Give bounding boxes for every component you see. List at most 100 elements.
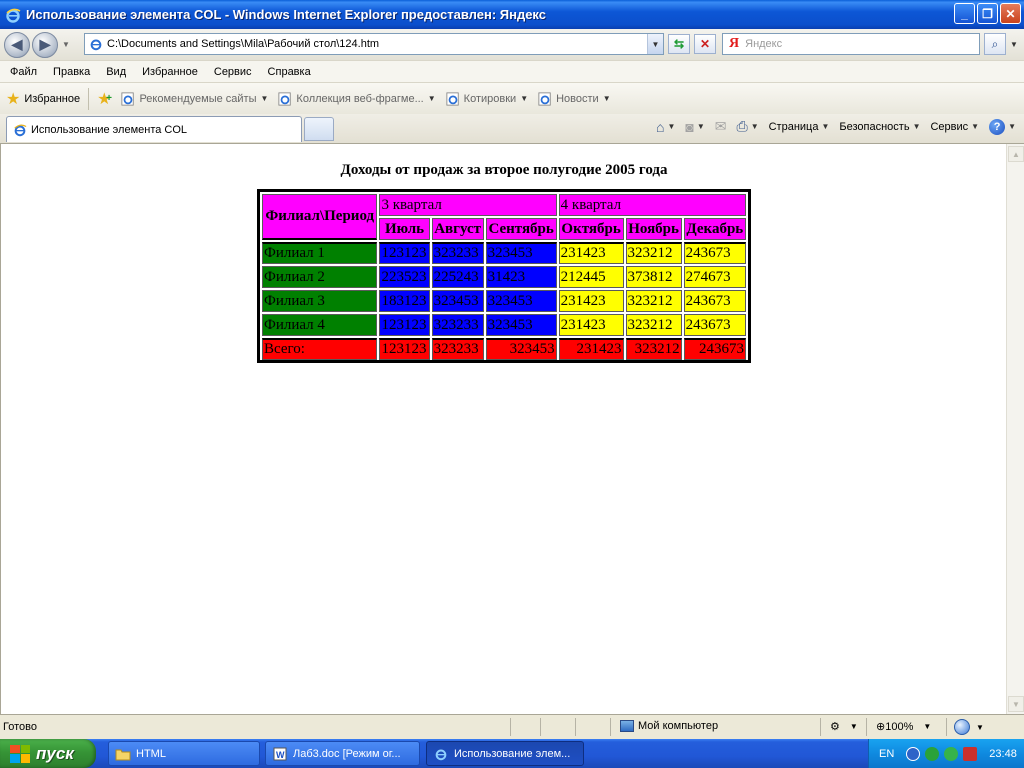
favorites-button[interactable]: Избранное [24, 93, 80, 105]
zoom-level: 100% [885, 720, 914, 733]
menu-favorites[interactable]: Избранное [134, 66, 206, 78]
value-cell: 243673 [683, 290, 746, 312]
favorites-bar: ★ Избранное ★ Рекомендуемые сайты ▼ Колл… [0, 82, 1024, 114]
chevron-down-icon: ▼ [667, 122, 676, 131]
page-menu-label: Страница [768, 120, 819, 133]
taskbar-item-html[interactable]: HTML [108, 741, 260, 766]
chevron-down-icon: ▼ [520, 94, 529, 103]
scroll-down-icon[interactable]: ▼ [1008, 696, 1024, 712]
ie-page-icon [121, 91, 135, 106]
menu-file[interactable]: Файл [0, 66, 45, 78]
favorites-star-icon[interactable]: ★ [6, 89, 20, 109]
stop-button[interactable]: ✕ [694, 34, 716, 54]
status-tools-button[interactable]: ▼ [954, 719, 984, 735]
menu-tools[interactable]: Сервис [206, 66, 260, 78]
month-header: Ноябрь [625, 218, 682, 240]
menu-bar: Файл Правка Вид Избранное Сервис Справка [0, 60, 1024, 82]
value-cell: 323212 [625, 314, 682, 336]
print-button[interactable]: ⎙ ▼ [736, 118, 758, 135]
divider [575, 718, 576, 736]
menu-edit[interactable]: Правка [45, 66, 98, 78]
menu-help[interactable]: Справка [260, 66, 319, 78]
feeds-button[interactable]: ◙ ▼ [685, 119, 704, 135]
mail-button[interactable]: ✉ [715, 118, 727, 135]
ie-page-icon [278, 91, 292, 106]
value-cell: 225243 [431, 266, 484, 288]
value-cell: 274673 [683, 266, 746, 288]
branch-cell: Филиал 4 [262, 314, 378, 336]
fav-link-label: Коллекция веб-фрагме... [296, 92, 424, 105]
page-menu[interactable]: Страница ▼ [769, 121, 830, 133]
tab-active[interactable]: Использование элемента COL [6, 116, 302, 142]
zoom-button[interactable]: ⊕ 100% ▼ [876, 720, 931, 734]
ie-icon [14, 123, 27, 136]
tools-menu[interactable]: Сервис ▼ [930, 121, 979, 133]
refresh-button[interactable]: ⇆ [668, 34, 690, 54]
new-tab-button[interactable] [304, 117, 334, 141]
search-options-icon[interactable]: ▼ [1008, 33, 1020, 55]
taskbar-item-ie[interactable]: Использование элем... [426, 741, 584, 766]
forward-button[interactable]: ▶ [32, 31, 58, 58]
quarter-header: 4 квартал [558, 194, 746, 216]
sales-table: Филиал\Период 3 квартал 4 квартал Июль А… [257, 189, 751, 363]
divider [88, 87, 90, 110]
back-button[interactable]: ◀ [4, 31, 30, 58]
safety-menu[interactable]: Безопасность ▼ [839, 121, 920, 133]
table-caption: Доходы от продаж за второе полугодие 200… [340, 162, 668, 178]
close-button[interactable]: ✕ [1000, 3, 1021, 24]
shield-icon: ⚙ [830, 721, 840, 733]
maximize-button[interactable]: ❐ [977, 3, 998, 24]
value-cell: 323453 [431, 290, 484, 312]
vertical-scrollbar[interactable]: ▲ ▼ [1006, 144, 1024, 714]
printer-icon: ⎙ [736, 118, 748, 134]
task-label: Лаб3.doc [Режим ог... [293, 747, 401, 760]
yandex-logo: Я [729, 36, 740, 51]
value-cell: 373812 [625, 266, 682, 288]
address-url[interactable]: C:\Documents and Settings\Mila\Рабочий с… [107, 38, 379, 50]
history-dropdown-icon[interactable]: ▼ [62, 40, 70, 49]
value-cell: 223523 [379, 266, 430, 288]
svg-text:W: W [276, 750, 285, 760]
add-to-favorites-icon[interactable]: ★ [97, 89, 112, 109]
fav-link-quotes[interactable]: Котировки ▼ [446, 91, 529, 106]
value-cell: 243673 [683, 314, 746, 336]
divider [610, 718, 611, 736]
security-shield-icon[interactable] [963, 746, 978, 761]
network-icon[interactable] [925, 746, 940, 761]
security-zone[interactable]: Мой компьютер [620, 720, 718, 732]
scroll-up-icon[interactable]: ▲ [1008, 146, 1024, 162]
protected-mode-button[interactable]: ⚙ ▼ [830, 720, 858, 733]
home-icon: ⌂ [655, 118, 665, 135]
language-indicator[interactable]: EN [879, 748, 894, 760]
chevron-down-icon: ▼ [750, 122, 759, 131]
address-bar[interactable]: C:\Documents and Settings\Mila\Рабочий с… [84, 33, 664, 55]
compatibility-icon [954, 719, 970, 735]
value-cell: 323233 [431, 242, 484, 264]
home-button[interactable]: ⌂ ▼ [656, 119, 675, 135]
taskbar-item-word[interactable]: W Лаб3.doc [Режим ог... [265, 741, 420, 766]
rss-icon: ◙ [685, 118, 694, 135]
antivirus-icon[interactable] [944, 746, 959, 761]
tab-label: Использование элемента COL [31, 123, 188, 136]
status-text: Готово [3, 721, 37, 733]
ie-page-icon [538, 91, 551, 106]
computer-icon [620, 720, 634, 732]
tray-arrow-icon[interactable] [906, 746, 921, 761]
address-dropdown-icon[interactable]: ▼ [647, 34, 663, 54]
start-button[interactable]: пуск [0, 739, 96, 768]
value-cell: 323212 [625, 242, 682, 264]
fav-link-suggested[interactable]: Рекомендуемые сайты ▼ [121, 91, 268, 106]
help-menu[interactable]: ? ▼ [989, 118, 1016, 135]
fav-link-webslices[interactable]: Коллекция веб-фрагме... ▼ [278, 91, 436, 106]
chevron-down-icon: ▼ [1008, 122, 1016, 131]
search-button[interactable]: ⌕ [984, 33, 1006, 55]
menu-view[interactable]: Вид [98, 66, 134, 78]
value-cell: 123123 [379, 314, 430, 336]
search-input[interactable]: Я Яндекс [722, 33, 980, 55]
search-placeholder: Яндекс [745, 38, 783, 50]
command-bar: ⌂ ▼ ◙ ▼ ✉ ⎙ ▼ Страница ▼ Безопасность ▼ Серви… [646, 118, 1016, 135]
minimize-button[interactable]: _ [954, 3, 975, 24]
fav-link-news[interactable]: Новости ▼ [538, 91, 611, 106]
value-cell: 323233 [431, 314, 484, 336]
chevron-down-icon: ▼ [696, 122, 705, 131]
